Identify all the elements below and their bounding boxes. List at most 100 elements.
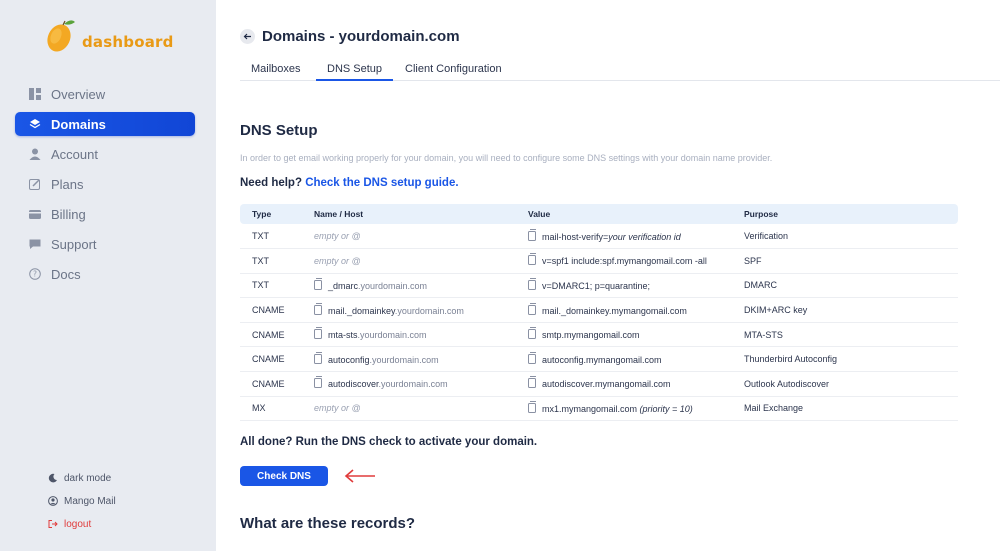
tab-bar: Mailboxes DNS Setup Client Configuration [240,60,1000,81]
sidebar-item-label: Account [51,146,98,162]
sidebar-item-label: Support [51,236,97,252]
record-type: CNAME [240,322,314,348]
copy-icon[interactable] [528,351,536,364]
back-button[interactable] [240,29,255,44]
table-row: TXT empty or @ v=spf1 include:spf.mymang… [240,248,958,274]
sidebar-item-label: Domains [51,116,106,132]
record-host: empty or @ [314,248,528,274]
record-purpose: Outlook Autodiscover [744,371,958,397]
dns-setup-guide-link[interactable]: Check the DNS setup guide. [305,177,458,189]
table-row: CNAME mail._domainkey.yourdomain.com mai… [240,297,958,323]
copy-icon[interactable] [528,277,536,290]
record-value-text: v=DMARC1; p=quarantine; [542,280,651,291]
dark-mode-label: dark mode [64,472,112,484]
column-header-type: Type [252,209,272,219]
section-title: DNS Setup [240,122,318,139]
record-host: _dmarc.yourdomain.com [314,273,528,299]
brand-name: dashboard [82,33,174,51]
tab-mailboxes[interactable]: Mailboxes [251,63,301,79]
column-header-value: Value [528,209,551,219]
record-purpose: Verification [744,224,958,250]
dark-mode-toggle[interactable]: dark mode [48,470,116,486]
record-host-domain: .yourdomain.com [369,354,439,365]
record-host-domain: .yourdomain.com [394,305,464,316]
record-type: TXT [240,248,314,274]
column-header-host: Name / Host [314,209,364,219]
record-value: v=DMARC1; p=quarantine; [528,273,744,299]
record-value-text: autodiscover.mymangomail.com [542,379,671,390]
record-value-text: smtp.mymangomail.com [542,330,640,341]
user-profile[interactable]: Mango Mail [48,493,116,509]
sidebar-item-support[interactable]: Support [15,232,195,256]
layers-icon [29,118,41,130]
record-type: TXT [240,273,314,299]
copy-icon[interactable] [314,351,322,364]
sidebar-item-plans[interactable]: Plans [15,172,195,196]
sidebar-item-label: Overview [51,86,106,102]
sidebar-item-label: Docs [51,266,81,282]
record-host-empty: empty or @ [314,403,361,414]
dns-records-table: Type Name / Host Value Purpose TXT empty… [240,204,958,422]
copy-icon[interactable] [528,376,536,389]
record-host-prefix: mta-sts [328,330,358,341]
copy-icon[interactable] [528,228,536,241]
record-value: mail._domainkey.mymangomail.com [528,297,744,323]
all-done-text: All done? Run the DNS check to activate … [240,436,538,448]
copy-icon[interactable] [528,400,536,413]
record-value-text: v=spf1 include:spf.mymangomail.com -all [542,256,707,267]
copy-icon[interactable] [528,327,536,340]
table-row: TXT _dmarc.yourdomain.com v=DMARC1; p=qu… [240,273,958,299]
record-type: CNAME [240,346,314,373]
copy-icon[interactable] [528,253,536,266]
column-header-purpose: Purpose [744,209,779,219]
record-host: empty or @ [314,396,528,422]
sidebar-item-domains[interactable]: Domains [15,112,195,136]
copy-icon[interactable] [314,302,322,315]
record-host: mail._domainkey.yourdomain.com [314,297,528,323]
record-host-prefix: _dmarc [328,280,359,291]
record-value: mail-host-verify=your verification id [528,224,744,250]
tab-dns-setup[interactable]: DNS Setup [316,63,394,81]
page-header: Domains - yourdomain.com [240,28,460,45]
question-icon: ? [29,268,41,280]
table-row: CNAME autodiscover.yourdomain.com autodi… [240,371,958,397]
logout-button[interactable]: logout [48,516,116,532]
table-row: MX empty or @ mx1.mymangomail.com (prior… [240,396,958,422]
copy-icon[interactable] [528,302,536,315]
record-value-placeholder: your verification id [608,231,681,242]
logout-icon [48,519,58,529]
record-host-prefix: autodiscover [328,379,379,390]
credit-card-icon [29,208,41,220]
record-value: smtp.mymangomail.com [528,322,744,348]
sidebar-item-overview[interactable]: Overview [15,82,195,106]
page-title: Domains - yourdomain.com [262,28,460,45]
records-explainer-title: What are these records? [240,515,416,532]
sidebar-item-account[interactable]: Account [15,142,195,166]
moon-icon [48,473,58,483]
record-value-text: mail-host-verify= [542,231,609,242]
record-host-empty: empty or @ [314,255,361,266]
copy-icon[interactable] [314,327,322,340]
record-host-domain: .yourdomain.com [357,330,427,341]
record-value: autodiscover.mymangomail.com [528,371,744,397]
mango-logo-icon [44,16,78,56]
sidebar-item-docs[interactable]: ? Docs [15,262,195,286]
help-line: Need help? Check the DNS setup guide. [240,177,459,189]
record-type: MX [240,396,314,422]
sidebar-item-billing[interactable]: Billing [15,202,195,226]
record-value-text: autoconfig.mymangomail.com [542,354,662,365]
record-type: CNAME [240,371,314,397]
record-host-prefix: autoconfig [328,354,370,365]
record-purpose: MTA-STS [744,322,958,348]
record-value-priority: (priority = 10) [639,403,693,414]
brand-logo[interactable]: dashboard [44,16,174,56]
user-icon [29,148,41,160]
copy-icon[interactable] [314,277,322,290]
chat-icon [29,238,41,250]
tab-client-configuration[interactable]: Client Configuration [405,63,502,79]
copy-icon[interactable] [314,376,322,389]
help-prefix: Need help? [240,177,302,189]
check-dns-button[interactable]: Check DNS [240,466,328,486]
overview-grid-icon [29,88,41,100]
record-purpose: Thunderbird Autoconfig [744,346,958,373]
